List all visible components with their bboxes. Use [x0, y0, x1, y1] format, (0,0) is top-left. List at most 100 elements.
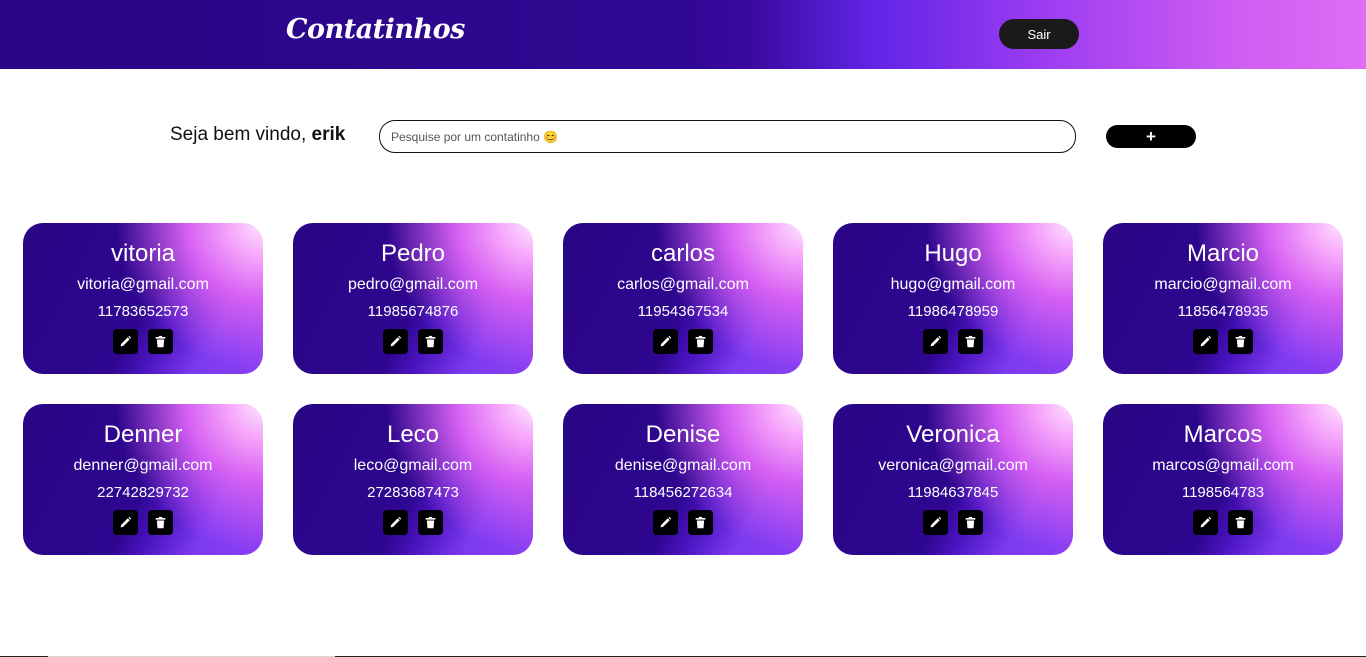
- delete-contact-button[interactable]: [1228, 510, 1253, 535]
- trash-icon: [964, 335, 977, 348]
- trash-icon: [964, 516, 977, 529]
- pencil-icon: [929, 516, 942, 529]
- add-contact-button[interactable]: +: [1106, 125, 1196, 148]
- app-logo: Contatinhos: [286, 14, 465, 45]
- contact-name: Veronica: [906, 421, 1000, 448]
- pencil-icon: [389, 335, 402, 348]
- username: erik: [311, 124, 346, 145]
- edit-contact-button[interactable]: [653, 329, 678, 354]
- contact-email: veronica@gmail.com: [878, 457, 1028, 474]
- welcome-prefix: Seja bem vindo,: [170, 124, 307, 145]
- trash-icon: [1234, 516, 1247, 529]
- logout-button[interactable]: Sair: [999, 19, 1079, 49]
- contact-name: Denner: [103, 421, 183, 448]
- contact-phone: 11856478935: [1177, 303, 1269, 320]
- pencil-icon: [659, 335, 672, 348]
- delete-contact-button[interactable]: [958, 510, 983, 535]
- contact-name: Marcos: [1183, 421, 1263, 448]
- contact-email: marcos@gmail.com: [1152, 457, 1294, 474]
- contact-phone: 27283687473: [367, 484, 459, 501]
- contact-card: Leco leco@gmail.com 27283687473: [293, 404, 533, 555]
- trash-icon: [424, 335, 437, 348]
- delete-contact-button[interactable]: [688, 510, 713, 535]
- delete-contact-button[interactable]: [418, 329, 443, 354]
- card-actions: [1103, 329, 1343, 354]
- delete-contact-button[interactable]: [148, 510, 173, 535]
- pencil-icon: [119, 335, 132, 348]
- card-actions: [23, 329, 263, 354]
- pencil-icon: [119, 516, 132, 529]
- contact-name: Pedro: [380, 240, 446, 267]
- card-actions: [833, 510, 1073, 535]
- contact-card: carlos carlos@gmail.com 11954367534: [563, 223, 803, 374]
- contact-name: carlos: [650, 240, 716, 267]
- contact-email: leco@gmail.com: [353, 457, 473, 474]
- delete-contact-button[interactable]: [958, 329, 983, 354]
- contact-card: Denise denise@gmail.com 118456272634: [563, 404, 803, 555]
- contact-phone: 11985674876: [367, 303, 459, 320]
- pencil-icon: [659, 516, 672, 529]
- contact-name: vitoria: [110, 240, 176, 267]
- pencil-icon: [1199, 335, 1212, 348]
- contact-card: Denner denner@gmail.com 22742829732: [23, 404, 263, 555]
- edit-contact-button[interactable]: [1193, 510, 1218, 535]
- contact-card: Hugo hugo@gmail.com 11986478959: [833, 223, 1073, 374]
- pencil-icon: [929, 335, 942, 348]
- card-actions: [563, 510, 803, 535]
- trash-icon: [694, 335, 707, 348]
- card-actions: [23, 510, 263, 535]
- card-actions: [1103, 510, 1343, 535]
- search-box[interactable]: [379, 120, 1076, 153]
- contact-card: Veronica veronica@gmail.com 11984637845: [833, 404, 1073, 555]
- search-input[interactable]: [391, 129, 1075, 144]
- welcome-message: Seja bem vindo, erik: [170, 124, 345, 146]
- contact-email: marcio@gmail.com: [1154, 276, 1292, 293]
- trash-icon: [1234, 335, 1247, 348]
- delete-contact-button[interactable]: [418, 510, 443, 535]
- contact-phone: 1198564783: [1181, 484, 1265, 501]
- contact-email: denise@gmail.com: [614, 457, 752, 474]
- contact-phone: 11783652573: [97, 303, 189, 320]
- trash-icon: [154, 516, 167, 529]
- contact-card: Marcio marcio@gmail.com 11856478935: [1103, 223, 1343, 374]
- contact-email: vitoria@gmail.com: [77, 276, 209, 293]
- card-actions: [563, 329, 803, 354]
- delete-contact-button[interactable]: [688, 329, 713, 354]
- contact-phone: 22742829732: [97, 484, 189, 501]
- contact-name: Denise: [645, 421, 721, 448]
- contact-card: vitoria vitoria@gmail.com 11783652573: [23, 223, 263, 374]
- plus-icon: +: [1146, 126, 1156, 146]
- contact-phone: 11954367534: [637, 303, 729, 320]
- card-actions: [833, 329, 1073, 354]
- pencil-icon: [389, 516, 402, 529]
- contact-phone: 11986478959: [907, 303, 999, 320]
- contact-name: Hugo: [924, 240, 982, 267]
- edit-contact-button[interactable]: [113, 329, 138, 354]
- edit-contact-button[interactable]: [113, 510, 138, 535]
- contact-email: denner@gmail.com: [73, 457, 213, 474]
- card-actions: [293, 510, 533, 535]
- edit-contact-button[interactable]: [383, 329, 408, 354]
- edit-contact-button[interactable]: [923, 510, 948, 535]
- pencil-icon: [1199, 516, 1212, 529]
- contact-name: Marcio: [1186, 240, 1259, 267]
- card-actions: [293, 329, 533, 354]
- delete-contact-button[interactable]: [1228, 329, 1253, 354]
- edit-contact-button[interactable]: [923, 329, 948, 354]
- trash-icon: [694, 516, 707, 529]
- contact-card: Pedro pedro@gmail.com 11985674876: [293, 223, 533, 374]
- contact-phone: 118456272634: [633, 484, 733, 501]
- trash-icon: [154, 335, 167, 348]
- contact-card: Marcos marcos@gmail.com 1198564783: [1103, 404, 1343, 555]
- contact-email: carlos@gmail.com: [617, 276, 749, 293]
- edit-contact-button[interactable]: [383, 510, 408, 535]
- edit-contact-button[interactable]: [653, 510, 678, 535]
- contact-name: Leco: [386, 421, 440, 448]
- contact-phone: 11984637845: [907, 484, 999, 501]
- trash-icon: [424, 516, 437, 529]
- contact-email: pedro@gmail.com: [347, 276, 479, 293]
- delete-contact-button[interactable]: [148, 329, 173, 354]
- contact-email: hugo@gmail.com: [890, 276, 1016, 293]
- edit-contact-button[interactable]: [1193, 329, 1218, 354]
- top-bar: Contatinhos Sair: [0, 0, 1366, 69]
